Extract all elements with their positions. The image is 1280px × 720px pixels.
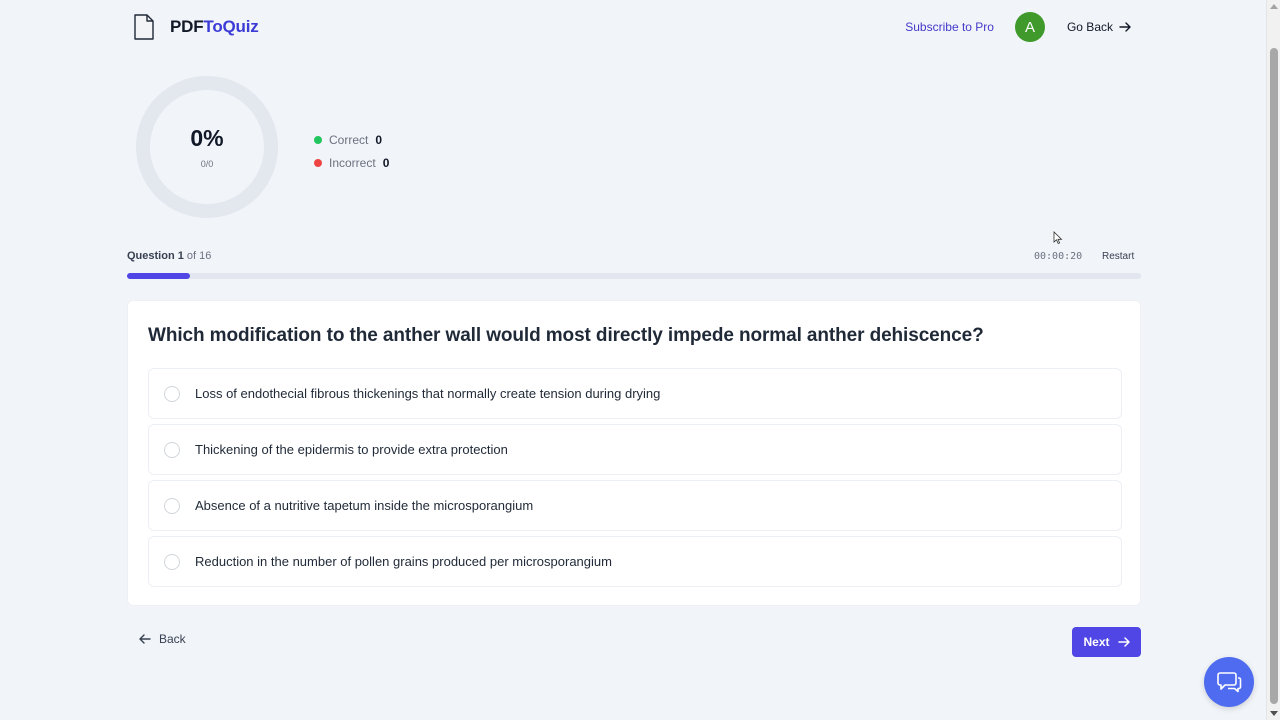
legend-correct: Correct 0: [314, 128, 389, 151]
answer-option[interactable]: Thickening of the epidermis to provide e…: [148, 424, 1122, 475]
answer-option[interactable]: Absence of a nutritive tapetum inside th…: [148, 480, 1122, 531]
question-text: Which modification to the anther wall wo…: [148, 325, 984, 346]
question-number: Question 1: [127, 250, 184, 262]
next-label: Next: [1083, 635, 1110, 649]
arrow-right-icon: [1117, 637, 1130, 647]
question-progress-label: Question 1 of 16: [127, 250, 211, 262]
mouse-cursor-icon: [1053, 231, 1063, 245]
page-scrollbar[interactable]: [1266, 0, 1280, 720]
score-ring: 0% 0/0: [135, 75, 279, 219]
answer-option[interactable]: Reduction in the number of pollen grains…: [148, 536, 1122, 587]
go-back-button[interactable]: Go Back: [1067, 20, 1131, 34]
correct-count: 0: [375, 132, 383, 147]
score-percent: 0%: [190, 125, 224, 151]
radio-button[interactable]: [164, 497, 180, 514]
brand-name: PDFToQuiz: [170, 17, 259, 37]
question-card: Which modification to the anther wall wo…: [127, 300, 1141, 606]
go-back-label: Go Back: [1066, 20, 1113, 34]
scroll-down-arrow-icon[interactable]: [1270, 711, 1278, 716]
arrow-right-icon: [1119, 22, 1131, 32]
logo[interactable]: PDFToQuiz: [133, 14, 259, 40]
timer: 00:00:20: [1034, 251, 1083, 262]
header: PDFToQuiz Subscribe to Pro A Go Back: [127, 10, 1141, 46]
restart-button[interactable]: Restart: [1102, 251, 1134, 262]
back-label: Back: [159, 632, 186, 646]
answer-option-label: Loss of endothecial fibrous thickenings …: [195, 386, 661, 401]
correct-label: Correct: [329, 132, 369, 147]
answer-option-label: Thickening of the epidermis to provide e…: [195, 442, 508, 457]
quiz-page: PDFToQuiz Subscribe to Pro A Go Back 0% …: [0, 0, 1266, 720]
radio-button[interactable]: [164, 441, 180, 458]
arrow-left-icon: [139, 634, 151, 644]
brand-pdf: PDF: [170, 17, 204, 36]
back-button[interactable]: Back: [139, 632, 186, 646]
next-button[interactable]: Next: [1072, 627, 1141, 657]
incorrect-label: Incorrect: [329, 155, 376, 170]
header-actions: Subscribe to Pro A Go Back: [905, 12, 1131, 42]
answer-option[interactable]: Loss of endothecial fibrous thickenings …: [148, 368, 1122, 419]
document-icon: [134, 14, 154, 40]
radio-button[interactable]: [164, 553, 180, 570]
progress-bar-fill: [127, 273, 191, 279]
progress-bar: [127, 273, 1141, 279]
answer-option-label: Reduction in the number of pollen grains…: [195, 554, 612, 569]
scrollbar-thumb[interactable]: [1270, 48, 1278, 704]
correct-dot-icon: [314, 135, 322, 144]
score-fraction: 0/0: [200, 159, 214, 169]
score-legend: Correct 0 Incorrect 0: [314, 128, 389, 174]
radio-button[interactable]: [164, 385, 180, 402]
chat-icon: [1217, 672, 1242, 693]
subscribe-link[interactable]: Subscribe to Pro: [905, 20, 994, 34]
chat-button[interactable]: [1204, 657, 1254, 707]
scroll-up-arrow-icon[interactable]: [1270, 4, 1278, 9]
incorrect-dot-icon: [314, 158, 322, 167]
answer-option-label: Absence of a nutritive tapetum inside th…: [195, 498, 534, 513]
question-total: of 16: [186, 250, 212, 262]
avatar[interactable]: A: [1014, 12, 1045, 42]
incorrect-count: 0: [382, 155, 390, 170]
brand-toquiz: ToQuiz: [203, 17, 259, 36]
legend-incorrect: Incorrect 0: [314, 151, 389, 174]
